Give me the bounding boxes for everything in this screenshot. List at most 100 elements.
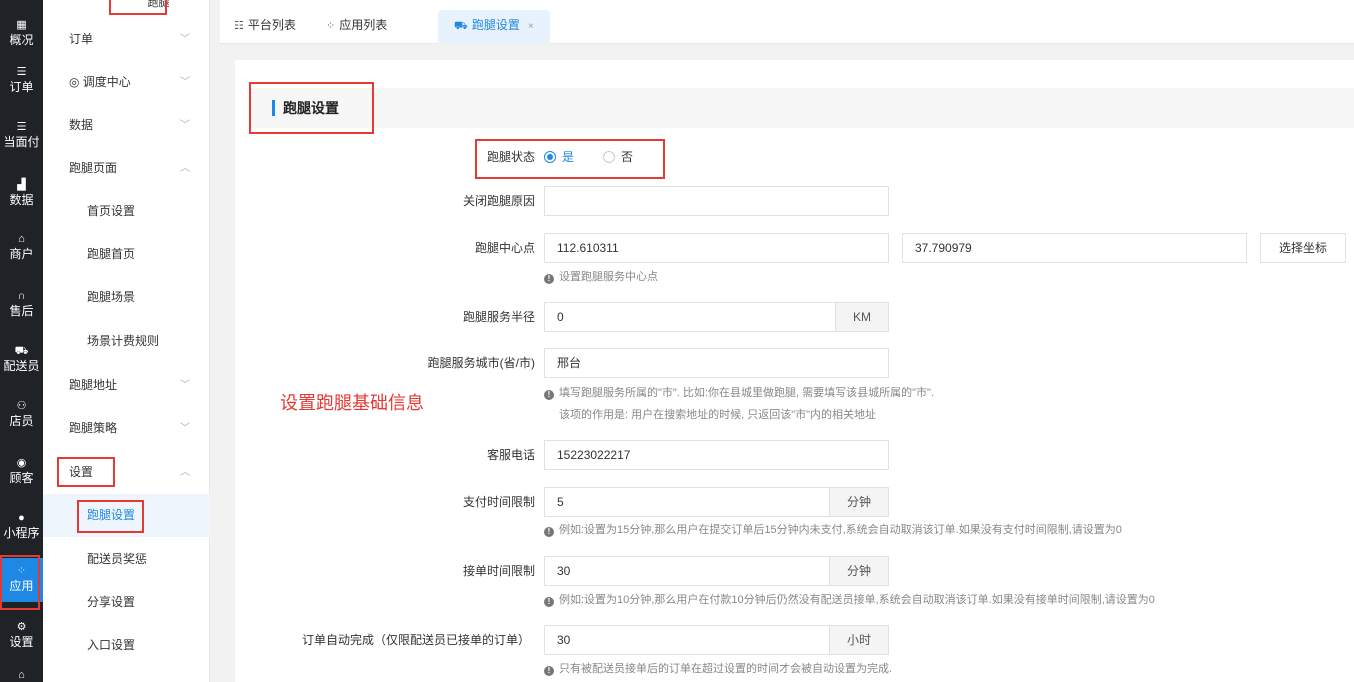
submenu-dispatch[interactable]: ◎ 调度中心 ﹀	[43, 61, 210, 104]
list-icon: ☰	[16, 66, 27, 78]
tab-label: 平台列表	[247, 18, 296, 32]
radio-dot	[603, 151, 615, 163]
tab-platform-list[interactable]: ☷ 平台列表	[234, 10, 296, 44]
customer-icon: ◉	[16, 457, 27, 469]
auto-complete-hint: ! 只有被配送员接单后的订单在超过设置的时间才会被自动设置为完成.	[544, 661, 892, 677]
close-reason-input[interactable]	[544, 186, 889, 216]
rail-item-apps[interactable]: ⁘ 应用	[0, 558, 43, 602]
submenu-courier-rewards[interactable]: 配送员奖惩	[43, 538, 210, 581]
list-icon: ☷	[234, 20, 244, 32]
rail-item-merchant[interactable]: ⌂ 商户	[0, 226, 43, 270]
submenu-errand-home[interactable]: 跑腿首页	[43, 233, 210, 276]
pick-coord-button[interactable]: 选择坐标	[1260, 233, 1346, 263]
submenu-scenes[interactable]: 跑腿场景	[43, 276, 210, 319]
info-icon: !	[544, 527, 554, 537]
submenu-label: 设置	[69, 465, 94, 479]
submenu-top-item[interactable]: 跑腿	[110, 0, 207, 14]
rail-label: 售后	[9, 304, 34, 318]
submenu-home-settings[interactable]: 首页设置	[43, 190, 210, 233]
submenu-address[interactable]: 跑腿地址 ﹀	[43, 364, 210, 407]
submenu-label: ◎ 调度中心	[69, 75, 131, 89]
rail-label: 数据	[9, 193, 34, 207]
submenu-label: 跑腿设置	[87, 508, 136, 522]
submenu-label: 首页设置	[87, 204, 136, 218]
rail-item-settings[interactable]: ⚙ 设置	[0, 614, 43, 658]
close-icon[interactable]: ×	[528, 21, 534, 32]
auto-complete-unit: 小时	[829, 625, 889, 655]
submenu-errand-settings[interactable]: 跑腿设置	[43, 494, 210, 537]
submenu-settings[interactable]: 设置 ︿	[43, 451, 210, 494]
annotation-text: 设置跑腿基础信息	[280, 393, 424, 413]
radio-label: 否	[621, 150, 634, 164]
submenu-label: 跑腿场景	[87, 290, 136, 304]
bar-chart-icon: ▟	[17, 179, 26, 191]
hint-text: 例如:设置为15分钟,那么用户在提交订单后15分钟内未支付,系统会自动取消该订单…	[559, 524, 1122, 536]
headset-icon: ∩	[17, 290, 26, 302]
info-icon: !	[544, 274, 554, 284]
status-radio-no[interactable]: 否	[603, 147, 633, 167]
settings-icon: ⚙	[16, 621, 27, 633]
sub-menu: 跑腿 订单 ﹀ ◎ 调度中心 ﹀ 数据 ﹀ 跑腿页面 ︿ 首页设置 跑腿首页 跑腿场景 …	[43, 0, 210, 682]
accept-limit-hint: ! 例如:设置为10分钟,那么用户在付款10分钟后仍然没有配送员接单,系统会自动取…	[544, 592, 1155, 608]
auto-complete-input[interactable]: 30	[544, 625, 830, 655]
rail-label: 应用	[9, 579, 34, 593]
info-icon: !	[544, 597, 554, 607]
rail-label: 小程序	[3, 526, 40, 540]
submenu-label: 配送员奖惩	[87, 552, 148, 566]
rail-label: 店员	[9, 414, 34, 428]
users-icon: ⚇	[16, 400, 27, 412]
info-icon: !	[544, 390, 554, 400]
apps-icon: ⁘	[16, 565, 27, 577]
submenu-scene-pricing[interactable]: 场景计费规则	[43, 320, 210, 363]
submenu-strategy[interactable]: 跑腿策略 ﹀	[43, 407, 210, 450]
radio-dot	[544, 151, 556, 163]
center-label: 跑腿中心点	[474, 241, 535, 255]
panel-title: 跑腿设置	[283, 100, 339, 116]
tab-errand-settings[interactable]: ⛟ 跑腿设置 ×	[438, 10, 550, 44]
list-icon: ☰	[16, 121, 27, 133]
rail-item-courier[interactable]: ⛟ 配送员	[0, 338, 43, 382]
rail-item-data[interactable]: ▟ 数据	[0, 172, 43, 216]
submenu-entry-settings[interactable]: 入口设置	[43, 624, 210, 667]
rail-item-orders[interactable]: ☰ 订单	[0, 59, 43, 103]
rail-label: 商户	[9, 247, 34, 261]
rail-item-customer[interactable]: ◉ 顾客	[0, 450, 43, 494]
radius-label: 跑腿服务半径	[462, 310, 535, 324]
submenu-label: 跑腿地址	[69, 378, 118, 392]
rail-item-more[interactable]: ⌂	[0, 662, 43, 682]
rail-label: 概况	[9, 33, 34, 47]
layout-gap	[210, 0, 220, 682]
pay-limit-hint: ! 例如:设置为15分钟,那么用户在提交订单后15分钟内未支付,系统会自动取消该订…	[544, 522, 1122, 538]
center-lat-input[interactable]: 37.790979	[902, 233, 1247, 263]
chevron-down-icon: ﹀	[180, 120, 190, 131]
app-rail: ▦ 概况 ☰ 订单 ☰ 当面付 ▟ 数据 ⌂ 商户 ∩ 售后 ⛟ 配送员 ⚇ 店员 ◉ 顾客 ● 小…	[0, 0, 43, 682]
rail-item-overview[interactable]: ▦ 概况	[0, 12, 43, 56]
city-hint-1: ! 填写跑腿服务所属的"市". 比如:你在县城里做跑腿, 需要填写该县城所属的"市…	[544, 385, 934, 401]
submenu-data[interactable]: 数据 ﹀	[43, 104, 210, 147]
rail-item-staff[interactable]: ⚇ 店员	[0, 393, 43, 437]
hint-text: 填写跑腿服务所属的"市". 比如:你在县城里做跑腿, 需要填写该县城所属的"市"…	[559, 387, 934, 399]
pay-limit-input[interactable]: 5	[544, 487, 830, 517]
city-input[interactable]: 邢台	[544, 348, 889, 378]
submenu-pages[interactable]: 跑腿页面 ︿	[43, 147, 210, 190]
submenu-share-settings[interactable]: 分享设置	[43, 581, 210, 624]
accept-limit-label: 接单时间限制	[462, 564, 535, 578]
tab-app-list[interactable]: ⁘ 应用列表	[326, 10, 387, 44]
rail-item-facepay[interactable]: ☰ 当面付	[0, 114, 43, 158]
status-radio-yes[interactable]: 是	[544, 147, 574, 167]
phone-label: 客服电话	[486, 448, 535, 462]
submenu-label: 场景计费规则	[87, 334, 160, 348]
phone-input[interactable]: 15223022217	[544, 440, 889, 470]
chevron-down-icon: ﹀	[180, 380, 190, 391]
rail-item-miniprogram[interactable]: ● 小程序	[0, 505, 43, 549]
submenu-orders[interactable]: 订单 ﹀	[43, 18, 210, 61]
lock-icon: ⌂	[18, 669, 25, 681]
rail-item-aftersale[interactable]: ∩ 售后	[0, 283, 43, 327]
radius-input[interactable]: 0	[544, 302, 836, 332]
submenu-label: 跑腿首页	[87, 247, 136, 261]
store-icon: ⌂	[18, 233, 25, 245]
status-label: 跑腿状态	[486, 150, 535, 164]
center-lng-input[interactable]: 112.610311	[544, 233, 889, 263]
accept-limit-input[interactable]: 30	[544, 556, 830, 586]
truck-icon: ⛟	[454, 20, 468, 32]
